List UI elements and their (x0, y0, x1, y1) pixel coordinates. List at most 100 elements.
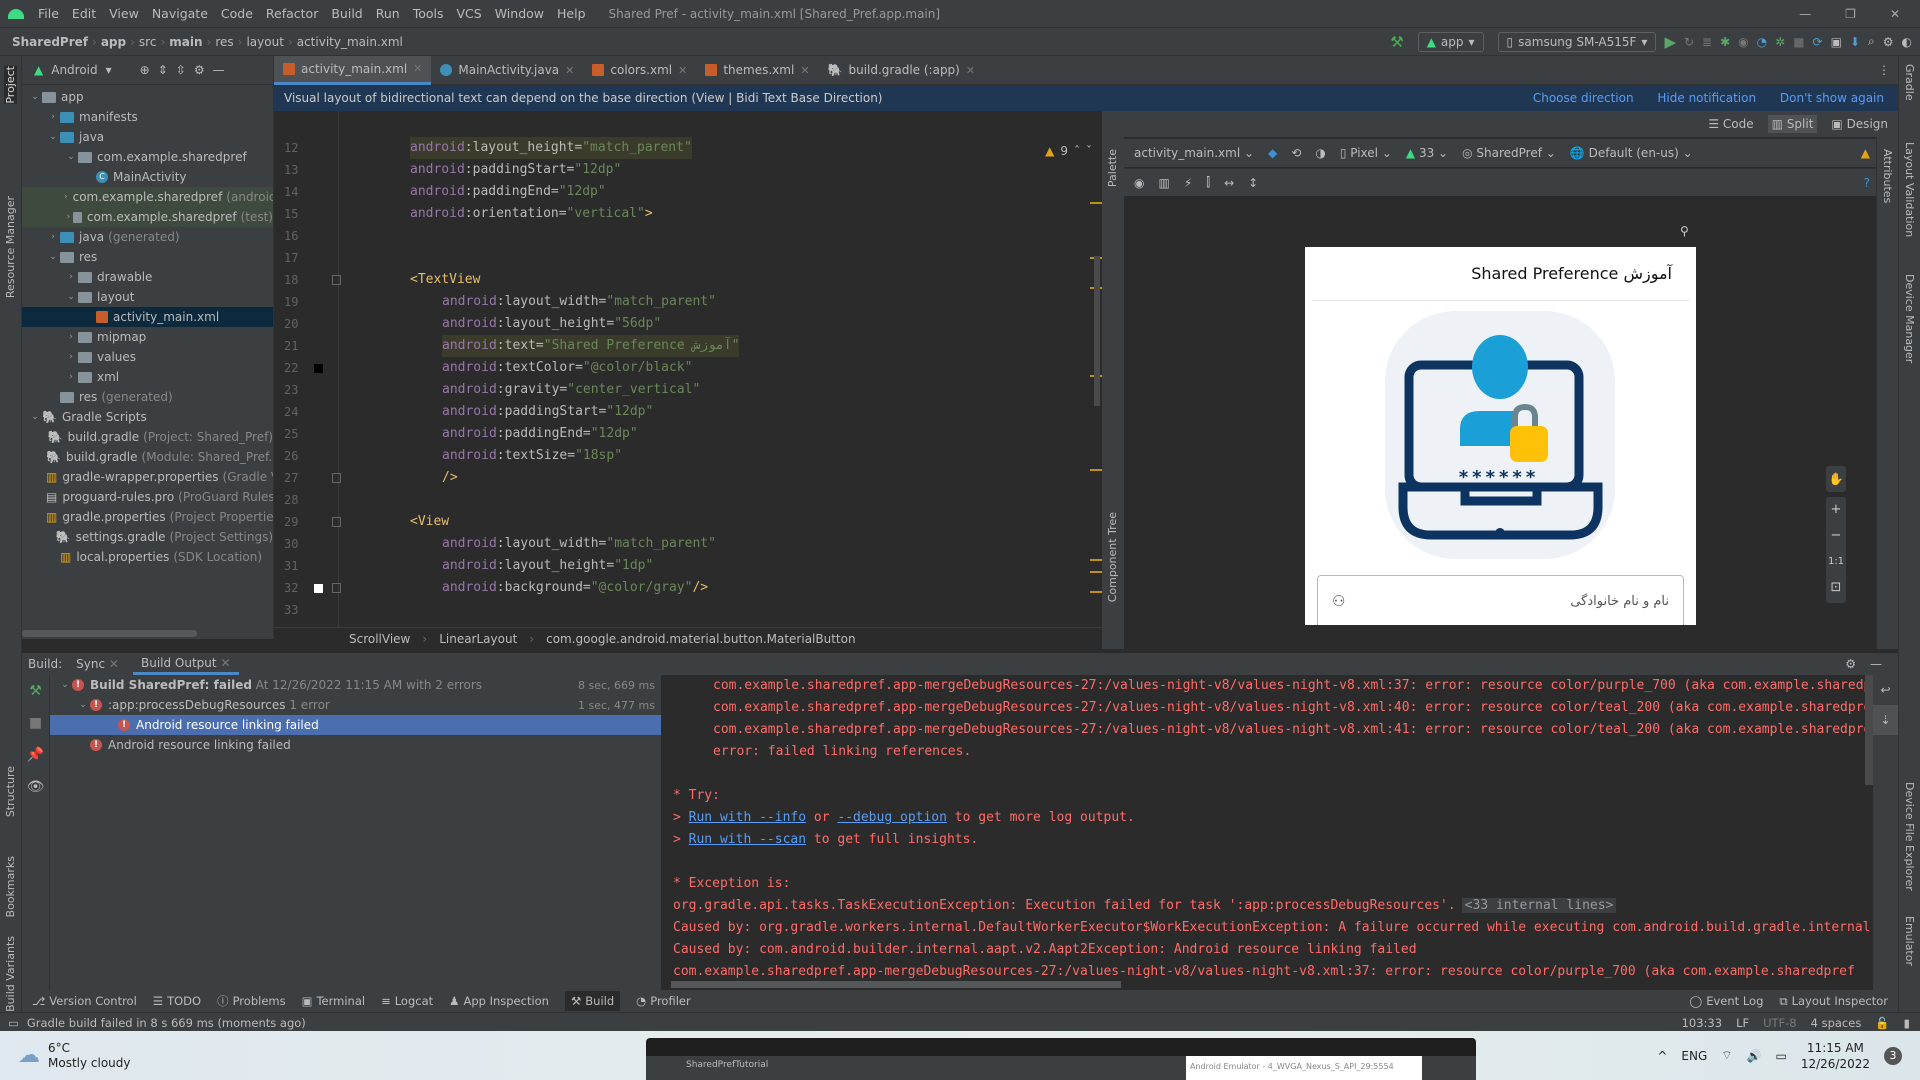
editor-tab[interactable]: colors.xml ✕ (583, 56, 696, 85)
run-config-select[interactable]: ▲ app ▾ (1417, 31, 1484, 52)
chevron-down-icon[interactable]: ⌄ (64, 292, 78, 302)
close-icon[interactable]: ✕ (413, 62, 422, 75)
scroll-to-end-icon[interactable]: ⇣ (1873, 705, 1898, 735)
gear-icon[interactable]: ⚙ (1845, 657, 1856, 671)
clock[interactable]: 11:15 AM 12/26/2022 (1801, 1040, 1870, 1072)
chevron-down-icon[interactable]: ⌄ (64, 152, 78, 162)
project-tree-item[interactable]: ▤ proguard-rules.pro(ProGuard Rules for S… (22, 487, 273, 507)
tool-window-event-log[interactable]: ◯ Event Log (1689, 994, 1763, 1009)
avd-manager-icon[interactable]: ▣ (1831, 35, 1842, 49)
fold-icon[interactable] (332, 583, 341, 593)
warning-stripe-marker[interactable] (1090, 571, 1102, 573)
locate-icon[interactable]: ⊕ (140, 63, 150, 77)
emulator-tool-tab[interactable]: Emulator (1903, 916, 1916, 966)
profile-icon[interactable]: ◔ (1757, 35, 1767, 49)
editor-scrollbar[interactable] (1094, 256, 1100, 406)
project-tree-item[interactable]: › values (22, 347, 273, 367)
project-tree-item[interactable]: › manifests (22, 107, 273, 127)
code-line[interactable]: <View (410, 511, 449, 533)
code-mode-button[interactable]: ☰ Code (1708, 117, 1753, 131)
xml-breadcrumb-item[interactable]: LinearLayout (439, 632, 517, 646)
horizontal-resize-icon[interactable]: ↔ (1224, 176, 1234, 190)
choose-direction-link[interactable]: Choose direction (1533, 91, 1634, 105)
code-line[interactable]: /> (442, 467, 458, 489)
breadcrumb-item[interactable]: activity_main.xml (297, 35, 403, 49)
sync-gradle-icon[interactable]: ⟳ (1813, 35, 1823, 49)
hide-icon[interactable]: — (1870, 657, 1882, 671)
tab-sync[interactable]: Sync ✕ (76, 657, 119, 671)
previous-highlight-icon[interactable]: ˆ (1074, 144, 1080, 158)
api-select[interactable]: ▲ 33 ⌄ (1406, 146, 1448, 160)
chevron-right-icon[interactable]: › (64, 332, 78, 342)
build-tree-item[interactable]: ! Android resource linking failed (50, 715, 661, 735)
locale-select[interactable]: 🌐 Default (en-us) ⌄ (1570, 146, 1693, 160)
device-file-explorer-tool-tab[interactable]: Device File Explorer (1903, 782, 1916, 891)
code-line[interactable]: android:layout_height="56dp" (442, 313, 661, 335)
project-tree-item[interactable]: ⌄ 🐘 Gradle Scripts (22, 407, 273, 427)
palette-tool-tab[interactable]: Palette (1106, 149, 1119, 187)
warning-count[interactable]: 9 (1060, 144, 1068, 158)
run-icon[interactable]: ▶ (1664, 33, 1676, 51)
vertical-scrollbar[interactable] (1865, 675, 1873, 785)
collapse-all-icon[interactable]: ⇳ (176, 63, 186, 77)
project-tree-item[interactable]: › xml (22, 367, 273, 387)
split-mode-button[interactable]: ▥ Split (1767, 115, 1818, 133)
menu-tools[interactable]: Tools (413, 6, 444, 21)
warning-stripe-marker[interactable] (1090, 202, 1102, 204)
close-window-button[interactable]: ✕ (1890, 7, 1900, 21)
code-line[interactable]: android:layout_height="match_parent" (410, 137, 692, 159)
project-tool-tab[interactable]: Project (4, 66, 17, 104)
weather-widget[interactable]: ☁ 6°C Mostly cloudy (0, 1041, 131, 1071)
device-manager-tool-tab[interactable]: Device Manager (1903, 274, 1916, 363)
project-tree-item[interactable]: ▥ gradle-wrapper.properties(Gradle Versio… (22, 467, 273, 487)
close-icon[interactable]: ✕ (565, 64, 574, 77)
zoom-actual-button[interactable]: 1:1 (1826, 549, 1846, 575)
project-view-select[interactable]: Android (51, 63, 97, 77)
project-tree-item[interactable]: ⌄ layout (22, 287, 273, 307)
chevron-down-icon[interactable]: ⌄ (46, 252, 60, 262)
project-tree-item[interactable]: ▥ local.properties (SDK Location) (22, 547, 273, 567)
close-icon[interactable]: ✕ (800, 64, 809, 77)
pin-icon[interactable]: ⚲ (1680, 224, 1689, 238)
code-line[interactable]: android:paddingEnd="12dp" (410, 181, 606, 203)
device-select[interactable]: ▯ Pixel ⌄ (1340, 146, 1392, 160)
menu-code[interactable]: Code (221, 6, 253, 21)
build-tree-item[interactable]: ⌄! Build SharedPref: failed At 12/26/2022… (50, 675, 661, 695)
eye-icon[interactable]: 👁 (22, 771, 49, 803)
code-editor[interactable]: 12 android:layout_height="match_parent" 13… (274, 111, 1102, 638)
attributes-tool-tab[interactable]: Attributes (1881, 149, 1894, 203)
console-link[interactable]: --debug option (837, 810, 947, 825)
autoconnect-icon[interactable]: ⚡ (1184, 176, 1192, 190)
breadcrumb-item[interactable]: SharedPref (12, 35, 88, 49)
project-tree-item[interactable]: 🐘 build.gradle (Project: Shared_Pref) (22, 427, 273, 447)
caret-position[interactable]: 103:33 (1682, 1016, 1722, 1030)
code-line[interactable]: <TextView (410, 269, 480, 291)
breadcrumb-item[interactable]: res (215, 35, 233, 49)
build-tree-item[interactable]: ! Android resource linking failed (50, 735, 661, 755)
menu-window[interactable]: Window (495, 6, 544, 21)
device-select[interactable]: ▯ samsung SM-A515F ▾ (1497, 31, 1657, 52)
build-hammer-icon[interactable]: ⚒ (1390, 33, 1403, 51)
close-icon[interactable]: ✕ (109, 657, 119, 671)
menu-edit[interactable]: Edit (72, 6, 96, 21)
zoom-fit-button[interactable]: ⊡ (1826, 575, 1846, 601)
layout-file-select[interactable]: activity_main.xml ⌄ (1134, 146, 1254, 160)
project-tree-item[interactable]: › com.example.sharedpref(androidTest) (22, 187, 273, 207)
indent-setting[interactable]: 4 spaces (1811, 1016, 1862, 1030)
warning-stripe-marker[interactable] (1090, 559, 1102, 561)
project-tree-item[interactable]: ⌄ java (22, 127, 273, 147)
build-output-console[interactable]: com.example.sharedpref.app-mergeDebugRes… (661, 675, 1873, 990)
close-icon[interactable]: ✕ (966, 64, 975, 77)
close-icon[interactable]: ✕ (678, 64, 687, 77)
tool-window-layout-inspector[interactable]: ⧉ Layout Inspector (1779, 994, 1888, 1009)
tool-window-todo[interactable]: ☰ TODO (153, 994, 201, 1008)
bookmarks-tool-tab[interactable]: Bookmarks (4, 856, 17, 917)
line-separator[interactable]: LF (1736, 1016, 1749, 1030)
project-tree-item[interactable]: activity_main.xml (22, 307, 273, 327)
minimize-button[interactable]: — (1799, 7, 1811, 21)
project-tree-item[interactable]: ⌄ res (22, 247, 273, 267)
menu-refactor[interactable]: Refactor (266, 6, 318, 21)
console-link[interactable]: Run with --scan (689, 832, 806, 847)
internal-lines-badge[interactable]: <33 internal lines> (1461, 898, 1617, 913)
chevron-up-icon[interactable]: ^ (1657, 1049, 1667, 1063)
